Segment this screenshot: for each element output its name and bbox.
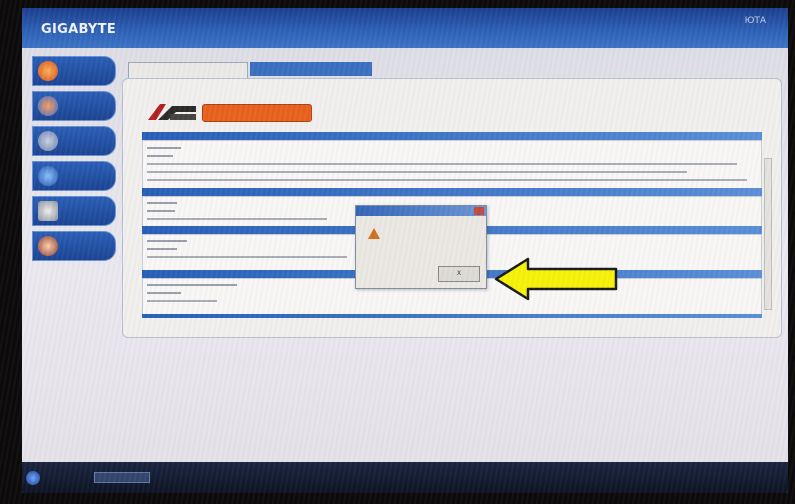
info-row xyxy=(147,218,327,220)
app-title-bar: GIGABYTE ЮТА xyxy=(22,8,788,48)
info-row xyxy=(147,248,177,250)
taskbar-item[interactable] xyxy=(94,472,150,483)
brand-logo: GIGABYTE xyxy=(41,22,116,37)
sidebar xyxy=(32,56,116,266)
info-row xyxy=(147,202,177,204)
chip-icon xyxy=(38,201,58,221)
tools-icon xyxy=(38,131,58,151)
vertical-scrollbar[interactable] xyxy=(764,158,772,310)
tab-bios[interactable] xyxy=(128,62,248,79)
info-row xyxy=(147,163,737,165)
info-row xyxy=(147,210,175,212)
dialog-ok-button[interactable]: X xyxy=(438,266,480,282)
sidebar-item-3[interactable] xyxy=(32,126,116,156)
sidebar-item-5[interactable] xyxy=(32,196,116,226)
section-header-2 xyxy=(142,188,762,196)
info-row xyxy=(147,155,173,157)
flash-bios-button[interactable] xyxy=(202,104,312,122)
product-logo xyxy=(148,104,196,120)
info-row xyxy=(147,179,747,181)
yellow-arrow-annotation xyxy=(494,257,618,301)
section-header-1 xyxy=(142,132,762,140)
info-row xyxy=(147,284,237,286)
globe-icon xyxy=(38,96,58,116)
person-icon xyxy=(38,236,58,256)
sidebar-item-2[interactable] xyxy=(32,91,116,121)
globe-refresh-icon xyxy=(38,166,58,186)
start-button[interactable] xyxy=(26,471,40,485)
sidebar-item-6[interactable] xyxy=(32,231,116,261)
dialog-close-button[interactable] xyxy=(474,207,484,215)
warning-icon xyxy=(368,228,380,239)
info-row xyxy=(147,147,181,149)
sidebar-item-4[interactable] xyxy=(32,161,116,191)
taskbar xyxy=(22,462,788,493)
dialog-title xyxy=(356,206,486,216)
info-row xyxy=(147,300,217,302)
flame-icon xyxy=(38,61,58,81)
warning-dialog: X xyxy=(355,205,487,289)
monitor-screen: GIGABYTE ЮТА X xyxy=(22,8,788,493)
tab-other[interactable] xyxy=(250,62,372,76)
sidebar-item-1[interactable] xyxy=(32,56,116,86)
section-footer-bar xyxy=(142,314,762,318)
title-bar-right-text: ЮТА xyxy=(744,16,766,26)
info-row xyxy=(147,256,347,258)
section-body-1 xyxy=(142,140,762,194)
tab-strip xyxy=(128,54,428,79)
info-row xyxy=(147,171,687,173)
info-row xyxy=(147,292,181,294)
info-row xyxy=(147,240,187,242)
